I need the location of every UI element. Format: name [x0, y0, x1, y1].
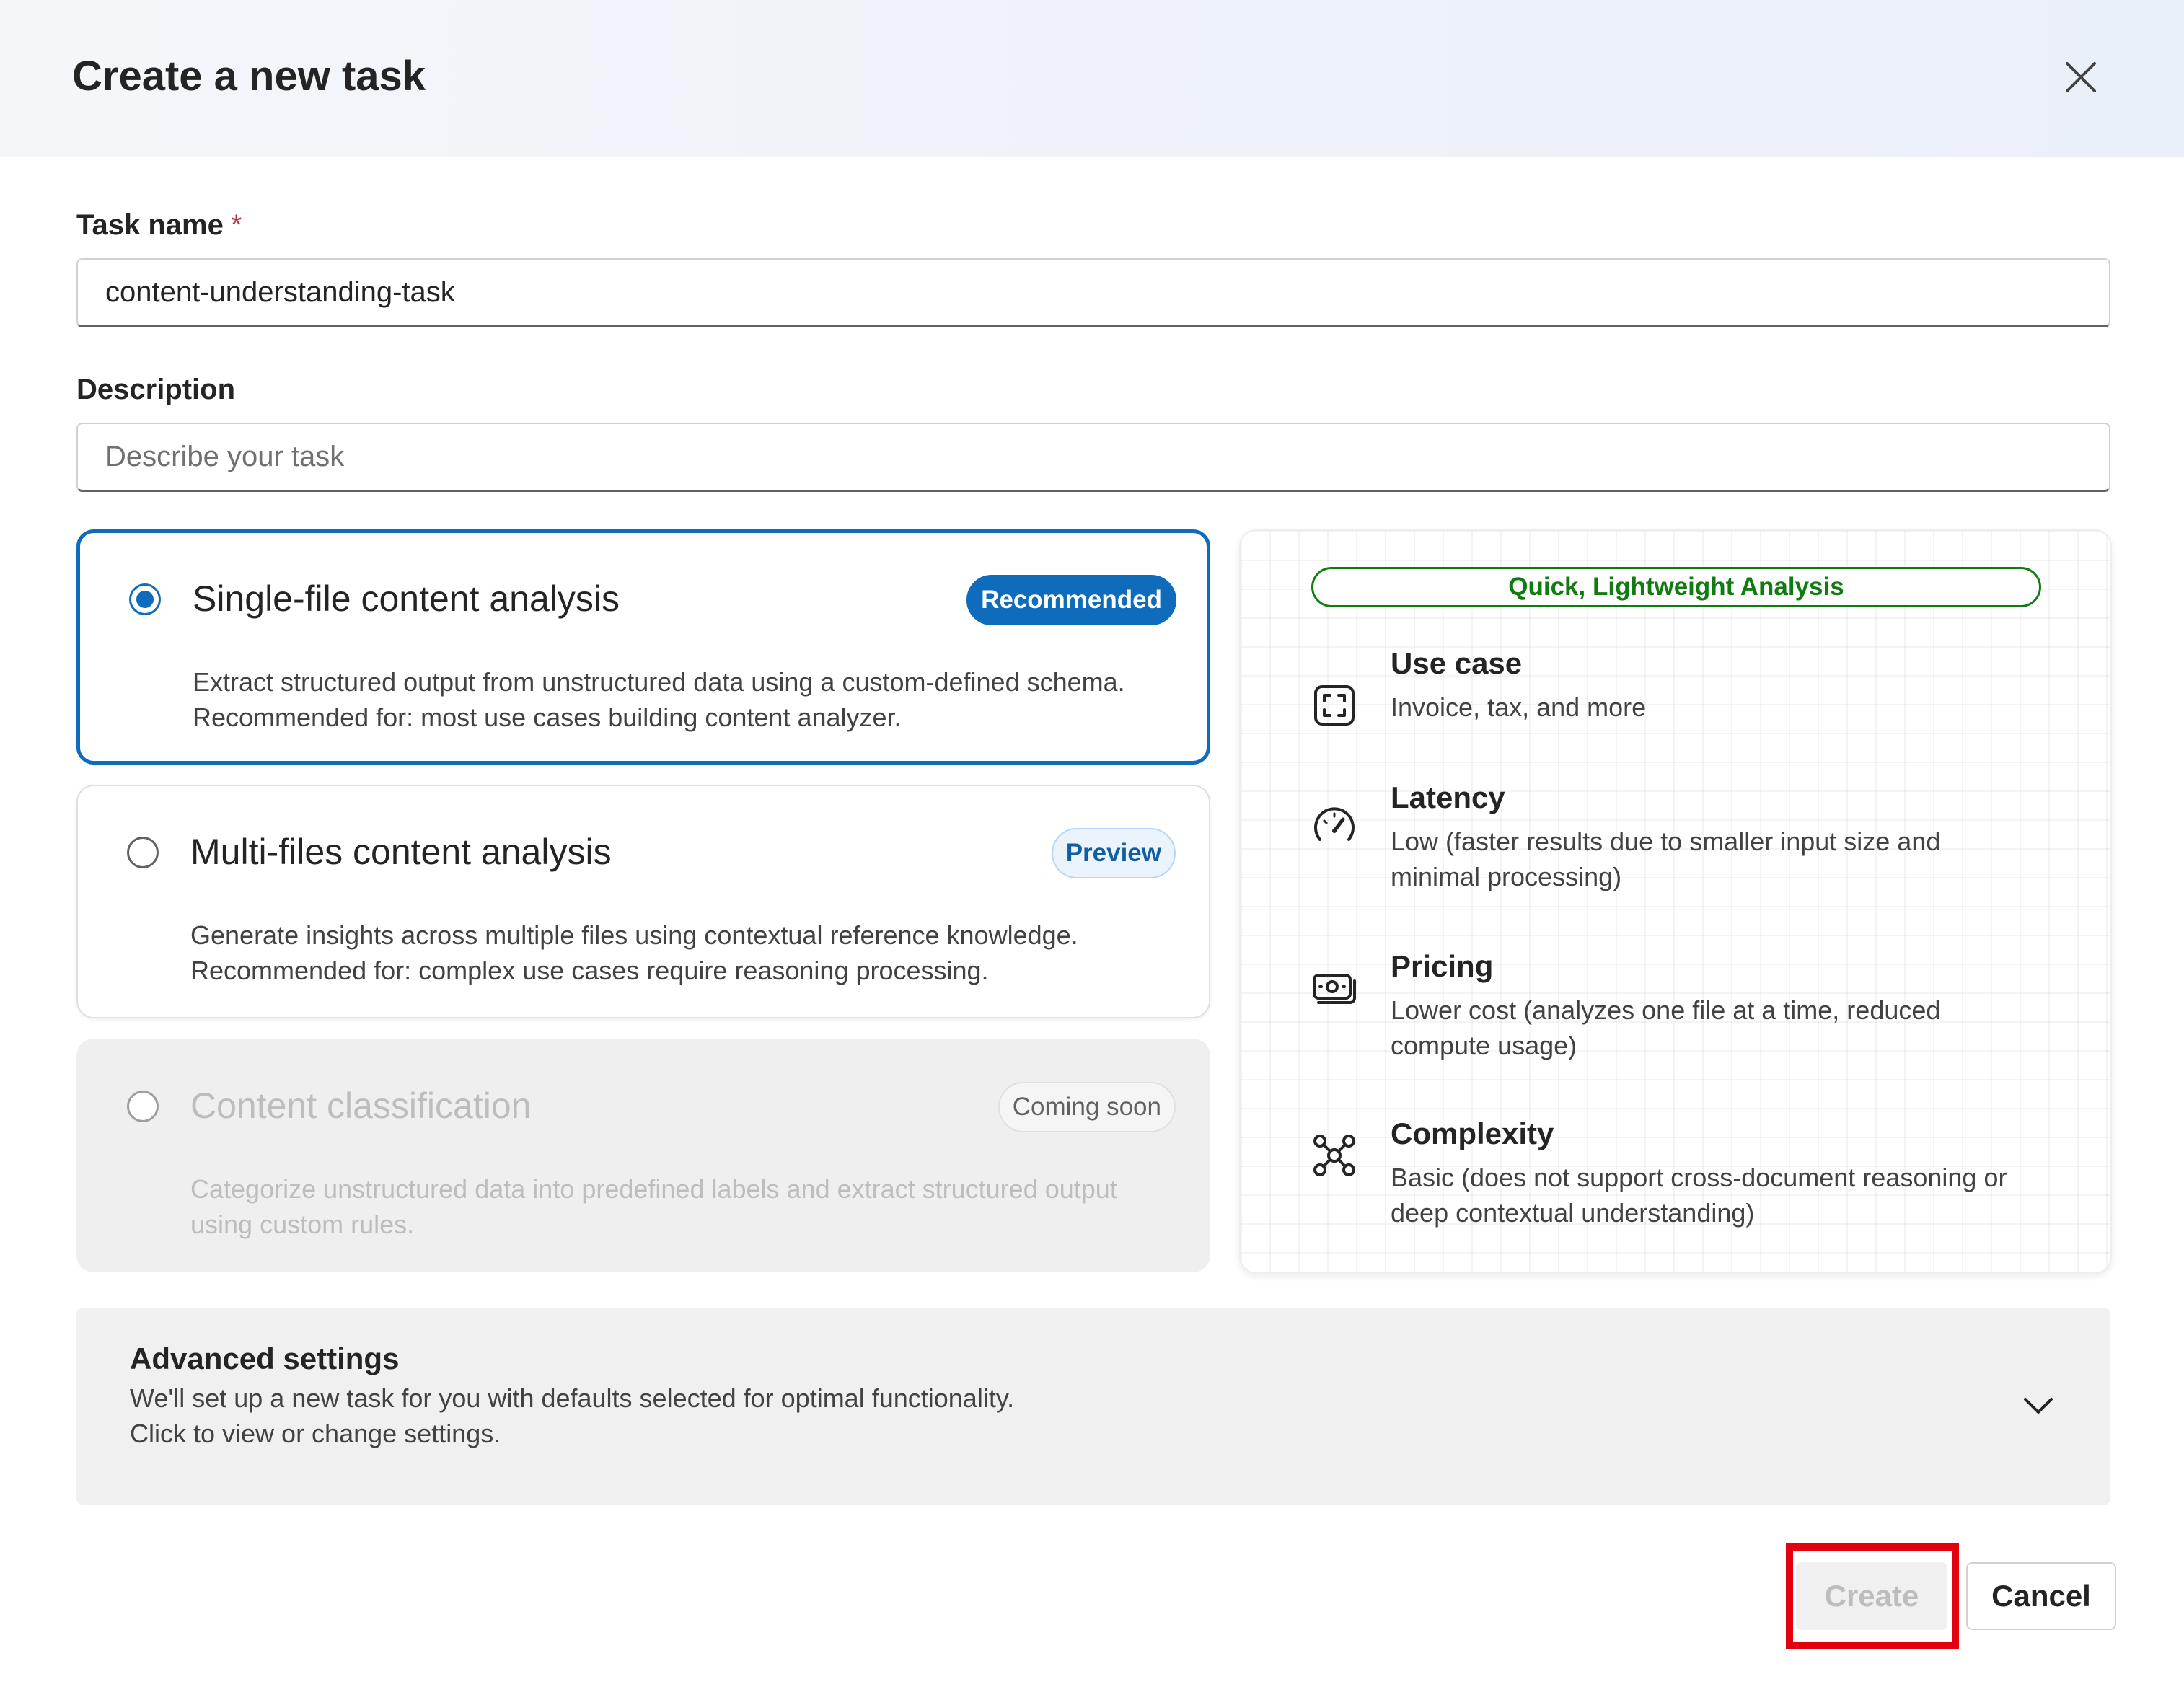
create-button[interactable]: Create	[1796, 1562, 1947, 1630]
option-title: Content classification	[190, 1085, 532, 1126]
chevron-down-icon[interactable]	[2017, 1386, 2060, 1427]
info-text: Invoice, tax, and more	[1391, 690, 2054, 725]
info-text: Basic (does not support cross-document r…	[1391, 1160, 2054, 1230]
task-name-input[interactable]	[76, 258, 2110, 327]
option-description-line: Categorize unstructured data into predef…	[190, 1174, 1117, 1204]
scan-frame-icon	[1314, 685, 1355, 726]
info-text: Lower cost (analyzes one file at a time,…	[1391, 992, 2054, 1063]
money-icon	[1313, 974, 1356, 1004]
info-text-line: compute usage)	[1391, 1031, 1577, 1060]
info-text: Low (faster results due to smaller input…	[1391, 824, 2054, 894]
info-title: Complexity	[1391, 1116, 1554, 1150]
cancel-button[interactable]: Cancel	[1966, 1562, 2116, 1630]
dialog-header: Create a new task	[0, 0, 2184, 157]
info-panel: Quick, Lightweight Analysis Use case Inv…	[1239, 529, 2112, 1274]
close-icon[interactable]	[2056, 52, 2106, 102]
option-description-line: using custom rules.	[190, 1210, 415, 1239]
option-card-single-file[interactable]: Single-file content analysis Recommended…	[76, 529, 1210, 765]
option-description-line: Generate insights across multiple files …	[190, 920, 1078, 950]
advanced-settings-title: Advanced settings	[130, 1342, 400, 1375]
option-description: Extract structured output from unstructu…	[193, 664, 1188, 735]
info-title: Latency	[1391, 780, 1505, 814]
description-input[interactable]	[76, 423, 2110, 492]
analysis-type-pill: Quick, Lightweight Analysis	[1311, 567, 2041, 607]
option-description-line: Extract structured output from unstructu…	[193, 667, 1125, 697]
description-label: Description	[76, 374, 236, 405]
coming-soon-badge: Coming soon	[998, 1082, 1176, 1132]
advanced-settings-line: We'll set up a new task for you with def…	[130, 1383, 1015, 1413]
info-text-line: Basic (does not support cross-document r…	[1391, 1163, 2007, 1192]
info-text-line: Invoice, tax, and more	[1391, 692, 1647, 722]
close-button[interactable]	[2056, 52, 2106, 102]
option-card-content-classification: Content classification Coming soon Categ…	[76, 1039, 1210, 1272]
required-marker: *	[230, 209, 242, 241]
option-title: Multi-files content analysis	[190, 832, 612, 872]
preview-badge: Preview	[1051, 828, 1176, 878]
task-name-label-text: Task name	[76, 209, 224, 241]
radio-single-file[interactable]	[129, 583, 161, 615]
info-title: Pricing	[1391, 949, 1494, 983]
advanced-settings-description: We'll set up a new task for you with def…	[130, 1380, 1428, 1451]
radio-multi-files[interactable]	[127, 837, 159, 868]
info-text-line: minimal processing)	[1391, 862, 1622, 891]
task-name-label: Task name *	[76, 209, 242, 242]
option-card-multi-files[interactable]: Multi-files content analysis Preview Gen…	[76, 785, 1210, 1018]
info-text-line: Low (faster results due to smaller input…	[1391, 827, 1941, 856]
info-title: Use case	[1391, 646, 1523, 680]
option-title: Single-file content analysis	[193, 578, 620, 619]
speedometer-icon	[1314, 807, 1355, 841]
advanced-settings-toggle[interactable]: Advanced settings We'll set up a new tas…	[76, 1308, 2110, 1505]
option-description: Generate insights across multiple files …	[190, 917, 1186, 988]
option-description-line: Recommended for: most use cases building…	[193, 702, 902, 732]
radio-content-classification	[127, 1091, 159, 1122]
info-text-line: deep contextual understanding)	[1391, 1198, 1755, 1228]
info-text-line: Lower cost (analyzes one file at a time,…	[1391, 995, 1941, 1025]
dialog-title: Create a new task	[72, 53, 426, 100]
network-nodes-icon	[1313, 1135, 1355, 1176]
recommended-badge: Recommended	[966, 575, 1176, 625]
option-description-line: Recommended for: complex use cases requi…	[190, 956, 989, 985]
option-description: Categorize unstructured data into predef…	[190, 1171, 1186, 1242]
advanced-settings-line: Click to view or change settings.	[130, 1419, 501, 1448]
